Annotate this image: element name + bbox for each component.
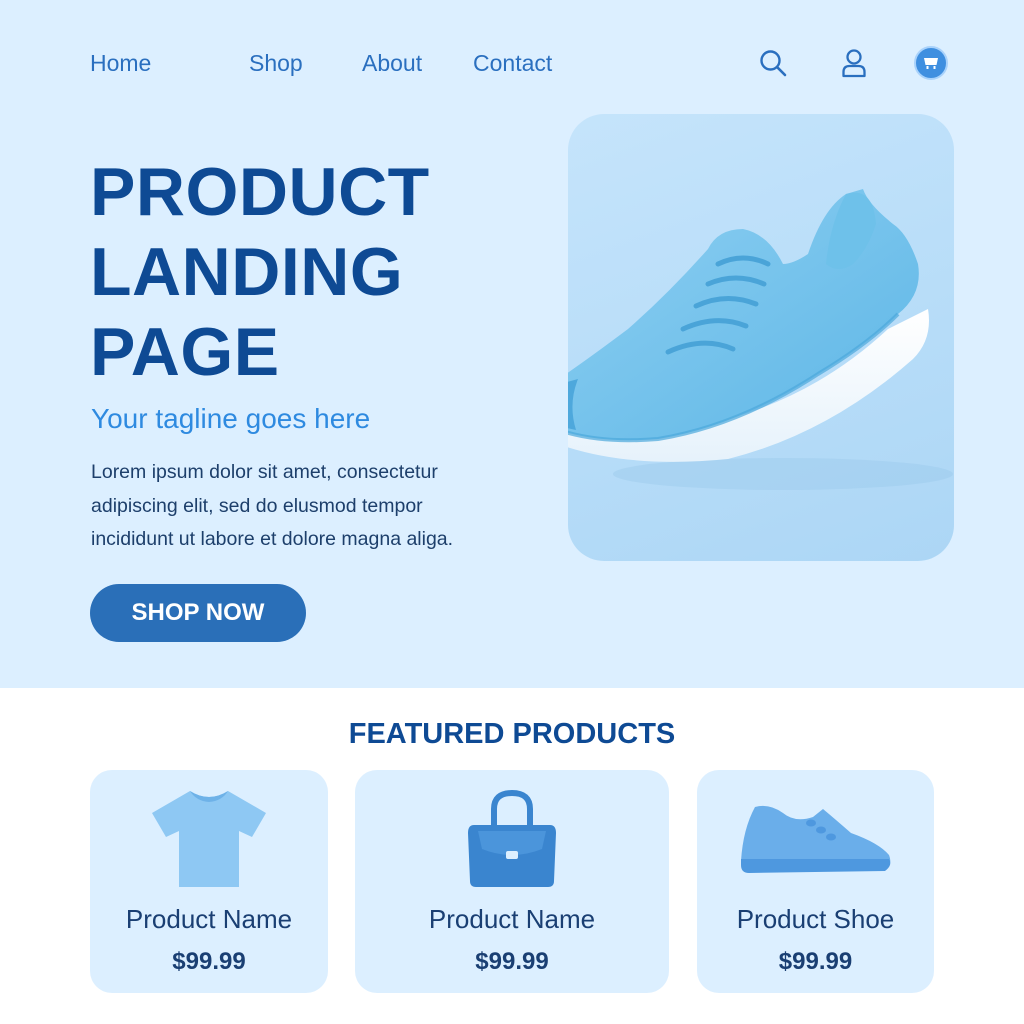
product-price: $99.99 — [475, 948, 549, 975]
hero-description-line: incididunt ut labore et dolore magna ali… — [91, 528, 454, 550]
product-name: Product Shoe — [736, 904, 895, 934]
featured-products-title: FEATURED PRODUCTS — [348, 718, 676, 750]
nav-contact[interactable]: Contact — [473, 50, 552, 77]
handbag-icon — [355, 784, 669, 894]
nav-home[interactable]: Home — [90, 50, 151, 77]
nav-shop[interactable]: Shop — [249, 50, 303, 77]
user-icon[interactable] — [835, 44, 873, 82]
product-name: Product Name — [125, 904, 293, 934]
hero-description: Lorem ipsum dolor sit amet, consectetur … — [91, 456, 511, 557]
product-card[interactable]: Product Shoe $99.99 — [697, 770, 934, 993]
hero-description-line: adipiscing elit, sed do elusmod tempor — [91, 494, 423, 517]
hero-title-line: PRODUCT — [90, 154, 430, 230]
shoe-icon — [697, 784, 934, 894]
cart-icon[interactable] — [912, 44, 950, 82]
hero-description-line: Lorem ipsum dolor sit amet, consectetur — [91, 461, 438, 483]
search-icon[interactable] — [754, 44, 792, 82]
nav-about[interactable]: About — [362, 50, 422, 77]
product-card[interactable]: Product Name $99.99 — [355, 770, 669, 993]
tshirt-icon — [90, 784, 328, 894]
hero-title-line: PAGE — [90, 314, 280, 390]
product-price: $99.99 — [778, 948, 853, 975]
hero-title-line: LANDING — [90, 234, 404, 310]
product-card[interactable]: Product Name $99.99 — [90, 770, 328, 993]
shop-now-button[interactable]: SHOP NOW — [90, 584, 306, 642]
hero-tagline: Your tagline goes here — [91, 403, 371, 434]
product-name: Product Name — [428, 904, 596, 934]
hero-title: PRODUCT LANDING PAGE — [90, 152, 510, 392]
hero-section: Home Shop About Contact PRODUCT LANDING … — [0, 0, 1024, 688]
sneaker-image — [568, 189, 953, 490]
product-price: $99.99 — [172, 948, 246, 975]
hero-product-image-card — [568, 114, 954, 561]
